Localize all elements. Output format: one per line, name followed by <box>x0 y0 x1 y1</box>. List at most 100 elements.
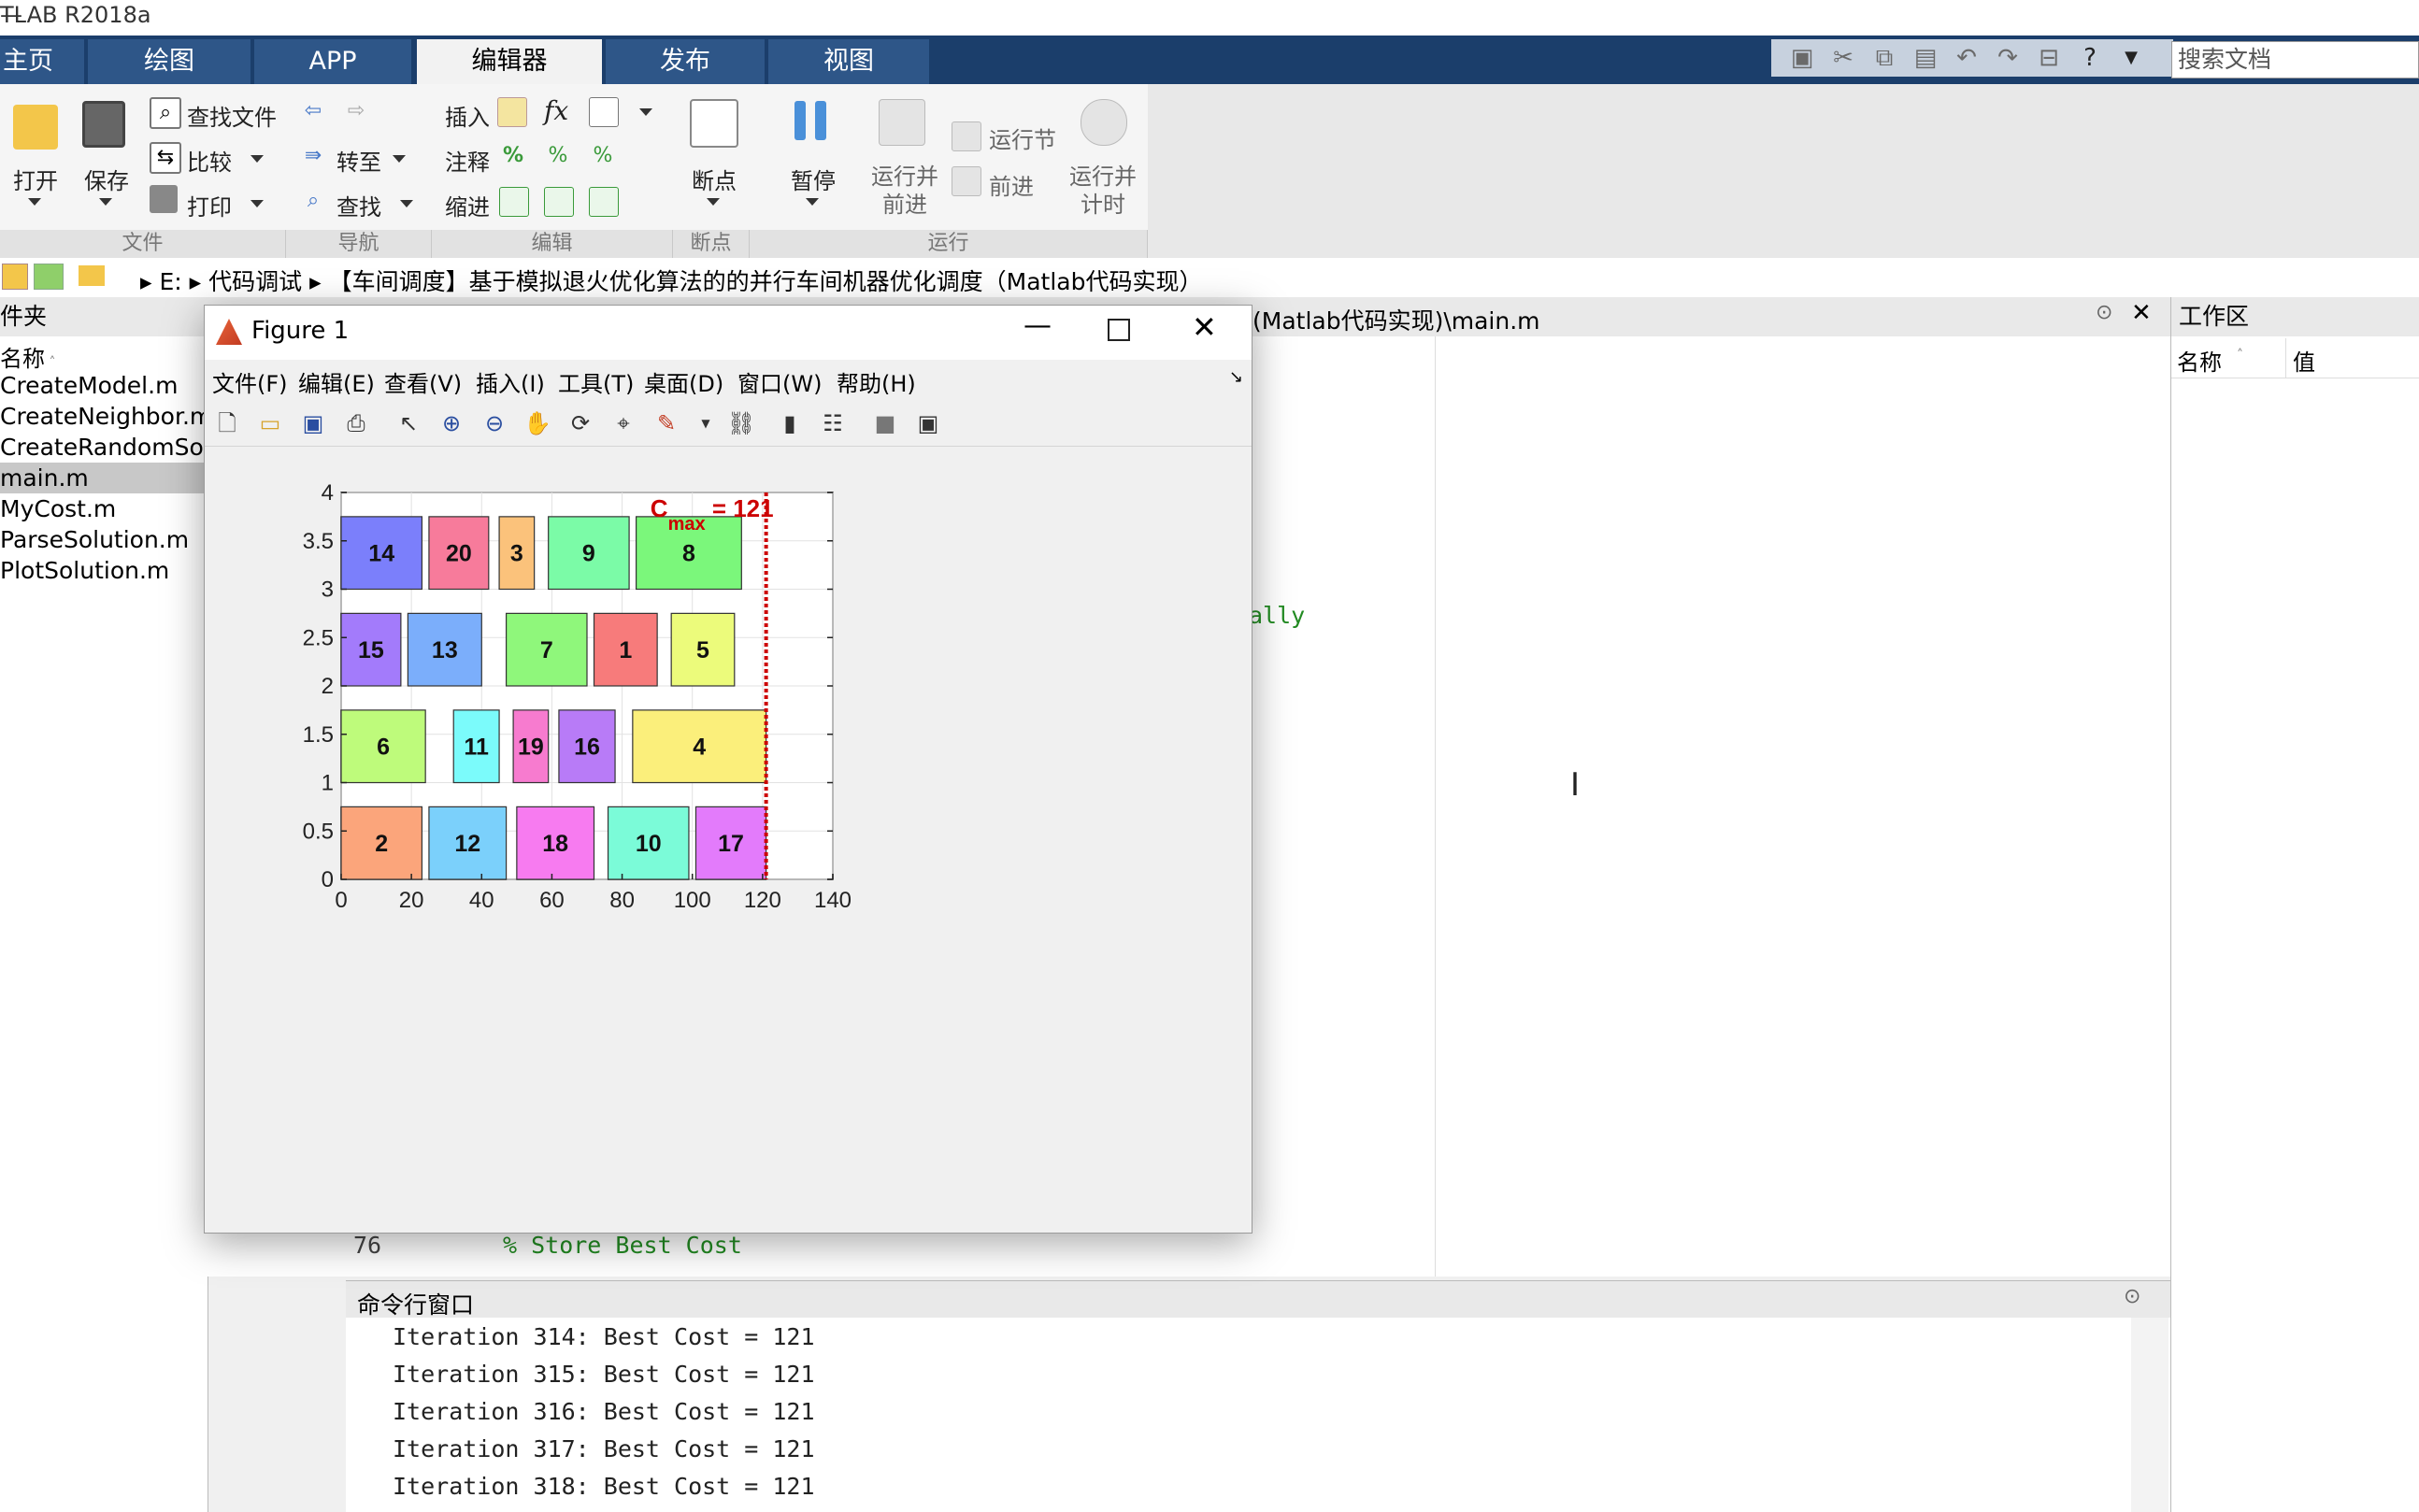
chevron-down-icon[interactable]: ▼ <box>691 408 721 438</box>
pause-button[interactable]: 暂停 <box>791 163 836 195</box>
find-files-icon[interactable]: ⌕ <box>150 97 181 129</box>
menu-insert[interactable]: 插入(I) <box>476 365 545 398</box>
chevron-down-icon[interactable] <box>28 198 41 206</box>
comment-button[interactable]: 注释 <box>445 144 490 177</box>
save-button[interactable]: 保存 <box>84 163 129 195</box>
tab-plots[interactable]: 绘图 <box>88 39 250 84</box>
open-file-icon[interactable]: ▭ <box>255 408 285 438</box>
menu-desktop[interactable]: 桌面(D) <box>644 365 723 398</box>
decrease-indent-icon[interactable] <box>589 187 619 217</box>
magnifier-icon[interactable]: ⌕ <box>299 187 327 215</box>
tab-apps[interactable]: APP <box>254 39 411 84</box>
insert-button[interactable]: 插入 <box>445 99 490 132</box>
chevron-down-icon[interactable] <box>400 200 413 207</box>
undo-icon[interactable]: ↶ <box>1953 44 1981 72</box>
chevron-down-icon[interactable] <box>250 200 264 207</box>
save-icon[interactable]: ▣ <box>1788 44 1816 72</box>
chevron-down-icon[interactable]: ▼ <box>2117 44 2145 72</box>
close-icon[interactable]: ✕ <box>2131 299 2152 327</box>
save-disk-icon[interactable] <box>82 101 125 148</box>
column-header-value[interactable]: 值 <box>2293 344 2315 377</box>
chevron-down-icon[interactable] <box>639 108 652 116</box>
pause-icon[interactable] <box>789 99 834 144</box>
chevron-down-icon[interactable] <box>393 155 406 163</box>
find-button[interactable]: 查找 <box>336 189 381 221</box>
column-header-name[interactable]: 名称 ˄ <box>0 340 55 373</box>
up-folder-icon[interactable] <box>2 264 28 290</box>
path-folder[interactable]: 【车间调度】基于模拟退火优化算法的的并行车间机器优化调度（Matlab代码实现） <box>329 268 1203 295</box>
tab-home[interactable]: 主页 <box>0 39 84 84</box>
help-icon[interactable]: ? <box>2076 44 2104 72</box>
smart-indent-icon[interactable] <box>499 187 529 217</box>
compare-button[interactable]: 比较 <box>187 144 232 177</box>
menu-view[interactable]: 查看(V) <box>384 365 462 398</box>
increase-indent-icon[interactable] <box>544 187 574 217</box>
folder-path[interactable]: ▸ E: ▸ 代码调试 ▸ 【车间调度】基于模拟退火优化算法的的并行车间机器优化… <box>140 264 1202 297</box>
goto-button[interactable]: 转至 <box>336 144 381 177</box>
data-cursor-icon[interactable]: ⌖ <box>608 408 638 438</box>
wrap-comment-icon[interactable]: % <box>589 142 617 170</box>
chevron-down-icon[interactable] <box>707 198 720 206</box>
insert-section-icon[interactable] <box>497 97 527 127</box>
path-folder[interactable]: 代码调试 <box>208 268 302 295</box>
goto-icon[interactable]: ⇛ <box>299 142 327 170</box>
print-button[interactable]: 打印 <box>187 189 232 221</box>
link-plot-icon[interactable]: ⛓ <box>726 408 756 438</box>
menu-help[interactable]: 帮助(H) <box>837 365 916 398</box>
find-files-button[interactable]: 查找文件 <box>187 99 277 132</box>
zoom-in-icon[interactable]: ⊕ <box>437 408 466 438</box>
print-icon[interactable] <box>150 185 178 213</box>
run-time-icon[interactable] <box>1081 99 1127 146</box>
chevron-down-icon[interactable] <box>250 155 264 163</box>
back-arrow-icon[interactable]: ⇦ <box>299 97 327 125</box>
file-item-selected[interactable]: main.m <box>0 463 208 493</box>
figure-title-bar[interactable]: Figure 1 — ✕ <box>205 306 1252 360</box>
comment-percent-icon[interactable]: % <box>499 142 527 170</box>
panel-options-icon[interactable]: ⊙ <box>2124 1285 2140 1308</box>
copy-icon[interactable]: ⧉ <box>1870 44 1898 72</box>
chevron-down-icon[interactable] <box>806 198 819 206</box>
dock-arrow-icon[interactable]: ↘ <box>1229 367 1243 387</box>
advance-button[interactable]: 前进 <box>989 168 1034 201</box>
paste-icon[interactable]: ▤ <box>1911 44 1939 72</box>
panel-options-icon[interactable]: ⊙ <box>2096 301 2112 324</box>
chevron-down-icon[interactable] <box>99 198 112 206</box>
minimize-button[interactable]: — <box>0 2 2410 28</box>
tab-publish[interactable]: 发布 <box>606 39 765 84</box>
minimize-icon[interactable]: — <box>1023 309 1052 342</box>
uncomment-icon[interactable]: % <box>544 142 572 170</box>
save-icon[interactable]: ▣ <box>298 408 328 438</box>
function-hint-icon[interactable] <box>589 97 619 127</box>
menu-tools[interactable]: 工具(T) <box>558 365 634 398</box>
indent-button[interactable]: 缩进 <box>445 189 490 221</box>
search-docs-input[interactable]: 搜索文档 <box>2171 41 2419 78</box>
print-icon[interactable]: ⎙ <box>341 408 371 438</box>
compare-icon[interactable]: ⇆ <box>150 142 181 174</box>
file-item[interactable]: CreateRandomSolu <box>0 432 208 463</box>
open-folder-icon[interactable] <box>13 105 58 150</box>
close-icon[interactable]: ✕ <box>1192 309 1217 345</box>
breakpoints-button[interactable]: 断点 <box>692 163 737 195</box>
menu-window[interactable]: 窗口(W) <box>737 365 822 398</box>
forward-arrow-icon[interactable]: ⇨ <box>342 97 370 125</box>
command-window[interactable]: Iteration 314: Best Cost = 121 Iteration… <box>346 1318 2170 1512</box>
file-item[interactable]: ParseSolution.m <box>0 524 208 555</box>
pan-hand-icon[interactable]: ✋ <box>522 408 552 438</box>
gantt-chart[interactable]: 14 20 3 9 815 13 7 1 56 11 19 16 42 12 18 10 17 0 20 40 60 8… <box>205 446 1252 1221</box>
hide-plot-tools-icon[interactable]: ■ <box>870 408 900 438</box>
advance-icon[interactable] <box>952 166 981 196</box>
run-and-time-button[interactable]: 运行并 计时 <box>1069 163 1137 219</box>
rotate-3d-icon[interactable]: ⟳ <box>565 408 595 438</box>
brush-icon[interactable]: ✎ <box>651 408 681 438</box>
path-drive[interactable]: E: <box>160 268 182 295</box>
show-plot-tools-icon[interactable]: ▣ <box>913 408 943 438</box>
breakpoints-icon[interactable] <box>690 99 738 148</box>
run-section-icon[interactable] <box>952 121 981 151</box>
menu-file[interactable]: 文件(F) <box>212 365 288 398</box>
command-scrollbar[interactable] <box>2131 1318 2169 1512</box>
menu-edit[interactable]: 编辑(E) <box>298 365 375 398</box>
file-item[interactable]: CreateModel.m <box>0 370 208 401</box>
run-advance-icon[interactable] <box>879 99 925 146</box>
select-arrow-icon[interactable]: ↖ <box>394 408 423 438</box>
open-button[interactable]: 打开 <box>13 163 58 195</box>
